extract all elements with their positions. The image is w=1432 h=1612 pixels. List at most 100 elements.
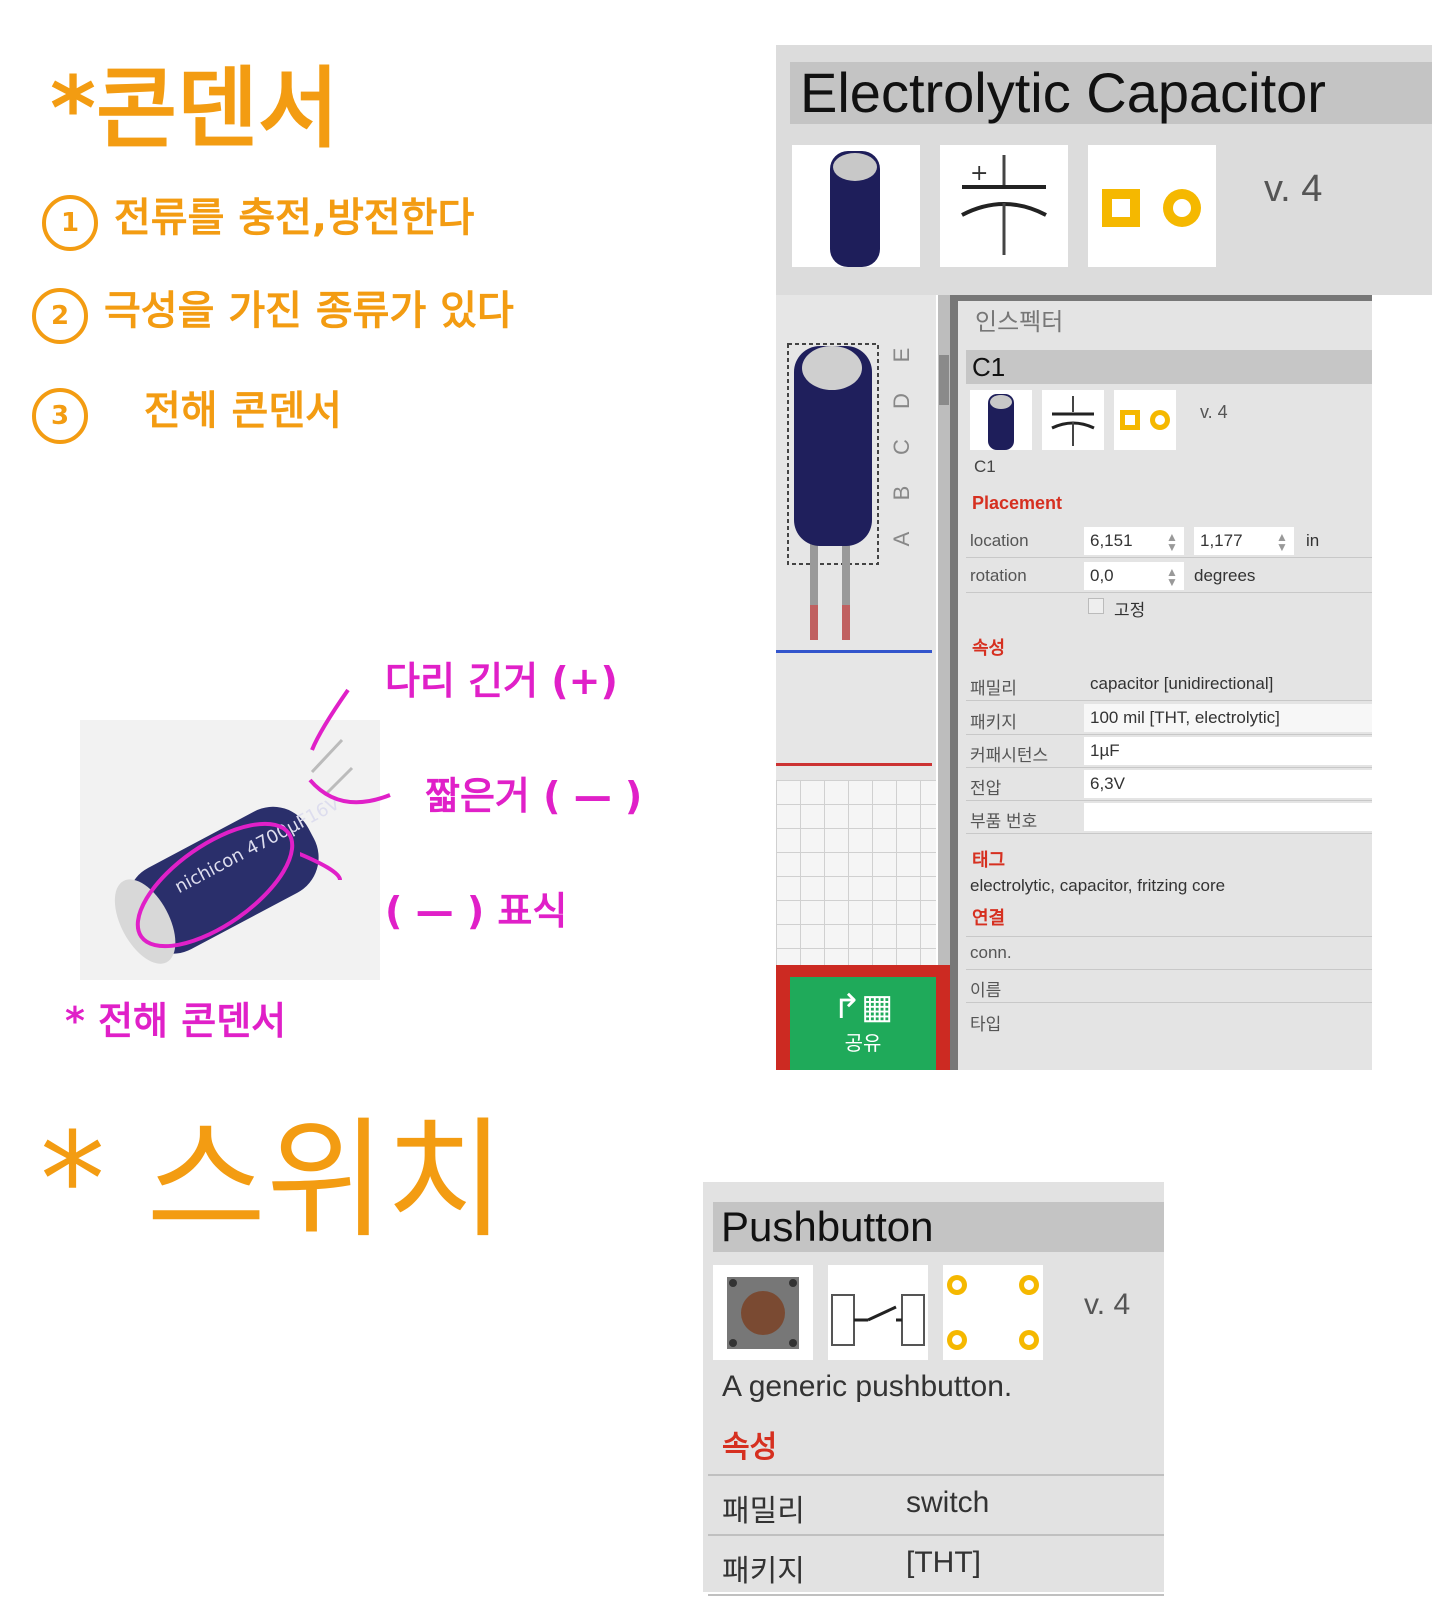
pushbutton-package-label: 패키지 [722,1555,805,1588]
tags-value: electrolytic, capacitor, fritzing core [970,876,1226,895]
pushbutton-breadboard-thumb[interactable] [713,1265,813,1360]
note-number-2: 2 [32,288,88,344]
package-label: 패키지 [970,713,1017,732]
connections-heading: 연결 [972,908,1006,928]
minus-mark-circle [135,821,295,949]
location-row: location 6,151 ▲ ▼ 1,177 ▲ ▼ in [966,525,1372,558]
pushbutton-family-label: 패밀리 [722,1495,805,1528]
family-label: 패밀리 [970,679,1017,698]
capacitor-schematic-icon: + [961,155,1047,255]
pushbutton-schematic-icon [831,1294,925,1346]
pushbutton-pcb-thumb[interactable] [943,1265,1043,1360]
note-number-3: 3 [32,388,88,444]
placed-capacitor[interactable] [786,340,886,645]
conn-row: conn. [966,936,1372,970]
package-select[interactable]: 100 mil [THT, electrolytic] [1084,704,1372,732]
pushbutton-package-value: [THT] [906,1546,981,1579]
part-number-row: 부품 번호 [966,801,1372,834]
row-label-e: E [889,347,914,363]
capacitance-row: 커패시턴스 1µF [966,735,1372,768]
voltage-label: 전압 [970,779,1002,798]
inspector-schematic-thumb[interactable] [1042,390,1104,450]
conn-label: conn. [970,943,1012,962]
pushbutton-version: v. 4 [1084,1288,1131,1321]
pushbutton-family-value: switch [906,1486,990,1519]
inspector-pcb-thumb[interactable] [1114,390,1176,450]
pushbutton-schematic-thumb[interactable] [828,1265,928,1360]
properties-heading: 속성 [972,638,1006,658]
location-x-spinner-icon[interactable]: ▲ ▼ [1166,531,1178,553]
annotation-caption: * 전해 콘덴서 [65,999,287,1043]
type-label: 타입 [970,1015,1002,1034]
row-label-d: D [889,393,914,409]
type-row: 타입 [966,1004,1372,1036]
locked-label: 고정 [1114,601,1146,620]
capacitance-label: 커패시턴스 [970,746,1049,765]
location-label: location [970,531,1029,550]
package-row: 패키지 100 mil [THT, electrolytic] [966,702,1372,735]
note-text-2: 극성을 가진 종류가 있다 [104,288,514,334]
notes-title: *콘덴서 [50,57,339,160]
inspector-schematic-icon [1051,396,1095,446]
inspector-breadboard-icon [988,394,1014,450]
share-button[interactable]: ↱▦ 공유 [790,977,936,1070]
part-number-input[interactable] [1084,803,1372,831]
locked-checkbox[interactable] [1088,598,1104,614]
rotation-spinner-icon[interactable]: ▲ ▼ [1166,566,1178,588]
part-number-label: 부품 번호 [970,812,1038,831]
inspector-part-label: C1 [974,457,996,476]
name-row: 이름 [966,970,1372,1003]
inspector-part-title: C1 [966,350,1372,384]
inspector-title: 인스펙터 [975,309,1064,336]
switch-heading: * 스위치 [40,1104,506,1256]
voltage-input[interactable]: 6,3V [1084,770,1372,798]
pushbutton-pcb-icon [947,1275,1039,1350]
share-icon: ↱▦ [832,988,894,1026]
inspector-breadboard-thumb[interactable] [970,390,1032,450]
capacitor-breadboard-thumb[interactable] [792,145,920,267]
note-text-3: 전해 콘덴서 [144,388,342,434]
rotation-unit: degrees [1194,566,1256,585]
capacitor-card-version: v. 4 [1264,168,1323,210]
name-label: 이름 [970,981,1002,1000]
annotation-long-leg: 다리 긴거 (+) [385,659,618,703]
inspector-pcb-icon [1120,410,1170,430]
pushbutton-title: Pushbutton [713,1202,1164,1252]
note-text-1: 전류를 충전,방전한다 [114,195,475,241]
pushbutton-breadboard-icon [727,1277,799,1349]
capacitor-pcb-icon [1102,189,1201,227]
rotation-row: rotation 0,0 ▲ ▼ degrees [966,560,1372,593]
breadboard-scroll-thumb[interactable] [939,355,949,405]
pushbutton-properties-heading: 속성 [722,1431,778,1464]
note-item-3: 3 전해 콘덴서 [32,378,342,444]
breadboard-red-rail [776,763,932,766]
voltage-row: 전압 6,3V [966,768,1372,801]
placement-heading: Placement [972,493,1063,513]
location-y-spinner-icon[interactable]: ▲ ▼ [1276,531,1288,553]
pushbutton-package-row: 패키지 [THT] [708,1534,1164,1596]
tags-heading: 태그 [972,850,1006,870]
family-value: capacitor [unidirectional] [1090,674,1274,693]
capacitor-card-title: Electrolytic Capacitor [790,62,1432,124]
capacitance-input[interactable]: 1µF [1084,737,1372,765]
pushbutton-description: A generic pushbutton. [722,1370,1013,1403]
note-number-1: 1 [42,195,98,251]
row-label-a: A [889,531,914,547]
share-button-label: 공유 [844,1033,882,1055]
row-label-b: B [889,485,914,501]
breadboard-scrollbar[interactable] [938,295,950,975]
annotation-short-leg: 짧은거 ( — ) [425,774,643,818]
inspector-version: v. 4 [1200,402,1228,422]
note-item-1: 1 전류를 충전,방전한다 [42,185,474,251]
location-unit: in [1306,531,1320,550]
annotation-minus-mark: ( — ) 표식 [385,889,568,933]
family-row: 패밀리 capacitor [unidirectional] [966,668,1372,701]
svg-text:+: + [970,161,988,186]
rotation-label: rotation [970,566,1027,585]
row-label-c: C [889,439,914,455]
capacitor-pcb-thumb[interactable] [1088,145,1216,267]
capacitor-schematic-thumb[interactable]: + [940,145,1068,267]
note-item-2: 2 극성을 가진 종류가 있다 [32,278,514,344]
capacitor-breadboard-icon [830,151,880,267]
breadboard-blue-rail [776,650,932,653]
